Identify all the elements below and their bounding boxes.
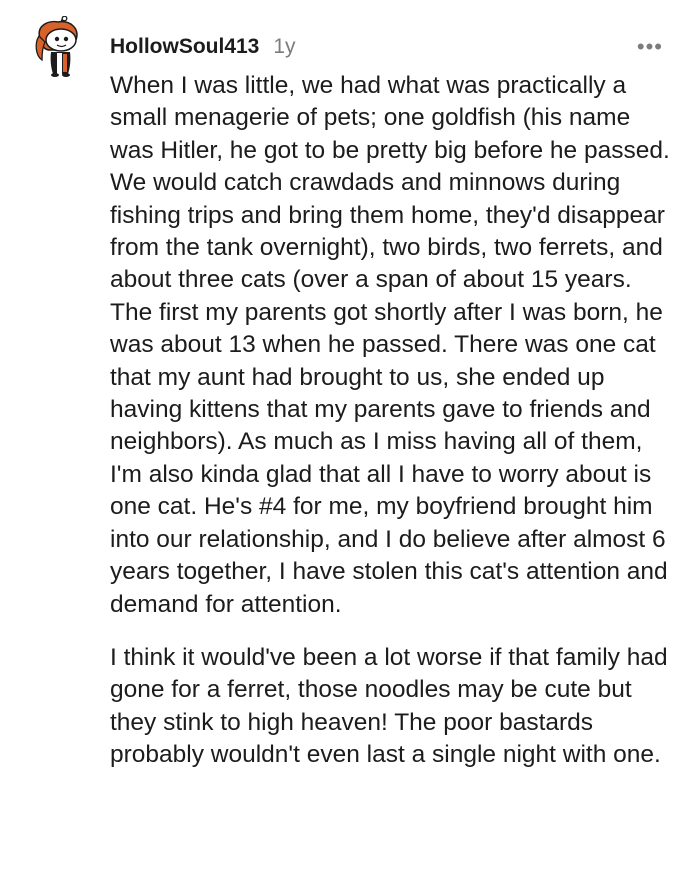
author-username[interactable]: HollowSoul413 xyxy=(110,35,259,59)
comment-paragraph: When I was little, we had what was pract… xyxy=(110,72,670,618)
comment-age: 1y xyxy=(273,35,296,58)
comment-header: HollowSoul413 1y ••• xyxy=(110,33,670,61)
reddit-snoo-avatar-icon xyxy=(35,15,78,77)
comment-body: When I was little, we had what was pract… xyxy=(110,70,680,772)
comment-paragraph: I think it would've been a lot worse if … xyxy=(110,643,668,769)
comment: HollowSoul413 1y ••• When I was little, … xyxy=(0,0,700,879)
user-avatar[interactable] xyxy=(30,15,90,78)
more-options-icon[interactable]: ••• xyxy=(637,33,663,61)
